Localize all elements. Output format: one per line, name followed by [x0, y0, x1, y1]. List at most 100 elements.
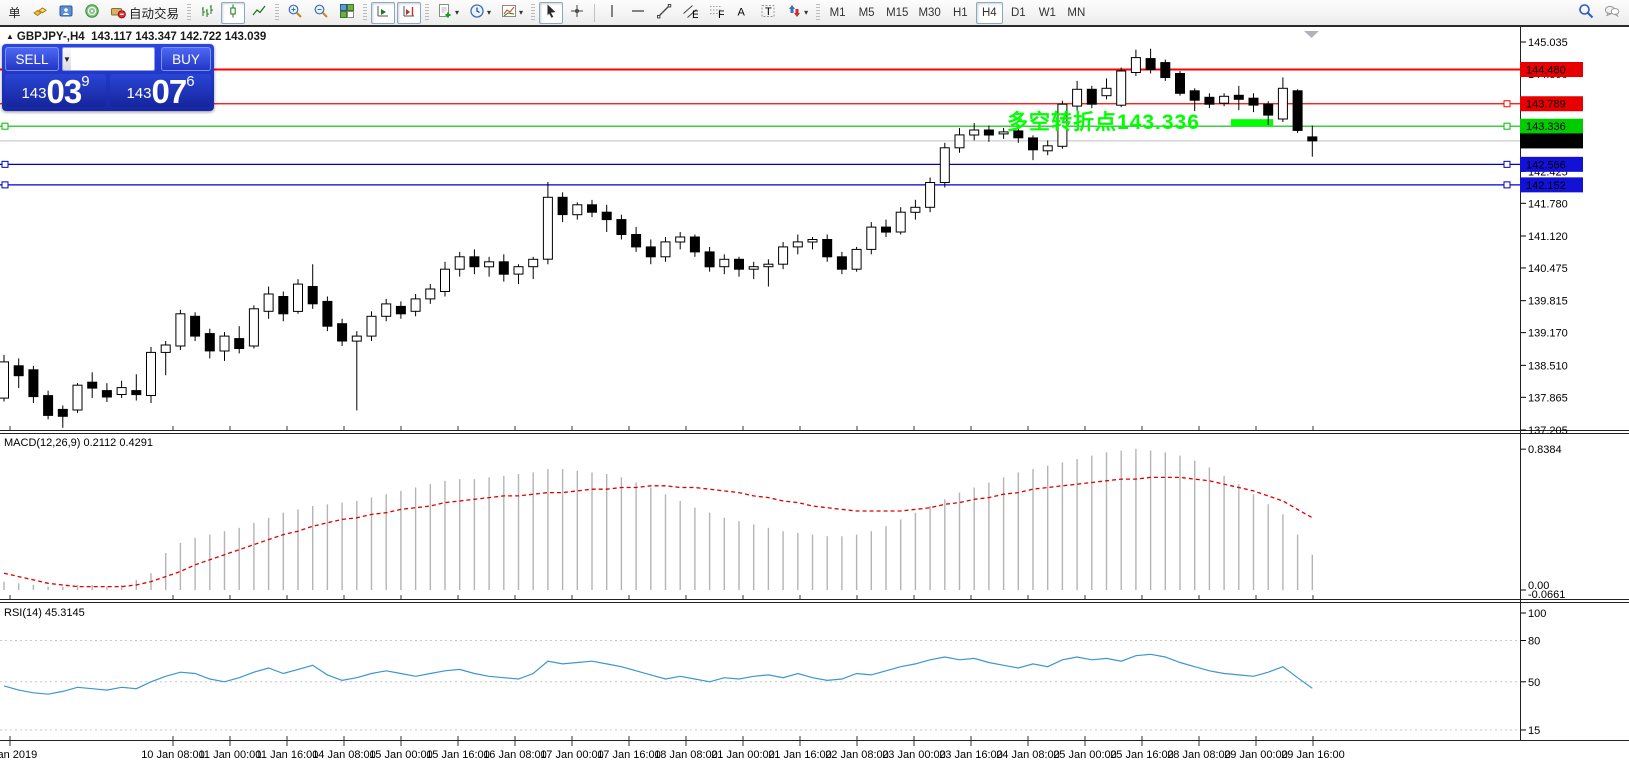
vertical-line-button[interactable]	[600, 2, 624, 24]
zoom-in-button[interactable]	[283, 2, 307, 24]
trendline-button[interactable]	[652, 2, 676, 24]
svg-text:137.205: 137.205	[1528, 425, 1568, 437]
timeframe-w1[interactable]: W1	[1034, 2, 1061, 24]
clock-icon	[469, 3, 485, 22]
buy-button[interactable]: BUY	[161, 47, 211, 71]
auto-scroll-icon	[375, 3, 391, 22]
zoom-in-icon	[287, 3, 303, 22]
text-tool-button[interactable]: A	[730, 2, 754, 24]
equidistant-channel-button[interactable]: E	[678, 2, 702, 24]
main-toolbar: 单 自动交易 ▾ ▾ ▾ E F A T ▾ M1M	[0, 0, 1629, 27]
zoom-out-button[interactable]	[309, 2, 333, 24]
fibonacci-button[interactable]: F	[704, 2, 728, 24]
tile-windows-button[interactable]	[335, 2, 359, 24]
svg-text:14 Jan 08:00: 14 Jan 08:00	[312, 749, 376, 761]
auto-scroll-button[interactable]	[371, 2, 395, 24]
svg-text:T: T	[765, 6, 772, 18]
sell-price-display[interactable]: 143039	[5, 74, 106, 107]
volume-decrease-button[interactable]: ▼	[63, 48, 71, 70]
timeframe-m15[interactable]: M15	[882, 2, 912, 24]
svg-text:80: 80	[1528, 636, 1540, 648]
arrows-tool-button[interactable]: ▾	[782, 2, 812, 24]
svg-text:11 Jan 00:00: 11 Jan 00:00	[199, 749, 262, 761]
toolbar-grip	[275, 4, 279, 22]
chart-shift-button[interactable]	[397, 2, 421, 24]
chart-annotation-text[interactable]: 多空转折点143.336	[1007, 106, 1200, 136]
svg-text:137.865: 137.865	[1528, 392, 1568, 404]
auto-trading-button[interactable]: 自动交易	[106, 2, 183, 24]
timeframe-d1[interactable]: D1	[1005, 2, 1032, 24]
search-button[interactable]	[1574, 2, 1598, 24]
dropdown-caret: ▾	[455, 8, 459, 17]
market-watch-button[interactable]	[28, 2, 52, 24]
indicators-button[interactable]: ▾	[433, 2, 463, 24]
candlestick-chart-icon	[225, 3, 241, 22]
fibonacci-icon: F	[708, 3, 724, 22]
timeframe-mn[interactable]: MN	[1063, 2, 1090, 24]
horizontal-line-button[interactable]	[626, 2, 650, 24]
text-label-button[interactable]: T	[756, 2, 780, 24]
sell-button[interactable]: SELL	[5, 47, 59, 71]
svg-text:11 Jan 16:00: 11 Jan 16:00	[256, 749, 319, 761]
timeframe-h4[interactable]: H4	[976, 2, 1003, 24]
panel-separators	[0, 27, 1629, 741]
new-order-button[interactable]: 单	[3, 2, 26, 24]
svg-text:25 Jan 16:00: 25 Jan 16:00	[1110, 749, 1174, 761]
rsi-line	[4, 654, 1312, 694]
bar-chart-button[interactable]	[195, 2, 219, 24]
svg-text:E: E	[692, 9, 698, 19]
chart-canvas[interactable]: 145.035144.390143.745143.100142.425141.7…	[0, 27, 1629, 773]
mt4-window: 单 自动交易 ▾ ▾ ▾ E F A T ▾ M1M	[0, 0, 1629, 773]
svg-text:139.170: 139.170	[1528, 328, 1568, 340]
zoom-out-icon	[313, 3, 329, 22]
crosshair-button[interactable]	[565, 2, 589, 24]
cursor-button[interactable]	[539, 2, 563, 24]
green-highlight-segment	[1231, 119, 1273, 126]
buy-price-display[interactable]: 143076	[110, 74, 211, 107]
symbol-ohlc-values: 143.117 143.347 142.722 143.039	[91, 31, 266, 43]
dropdown-caret: ▾	[804, 8, 808, 17]
svg-text:143.336: 143.336	[1526, 121, 1566, 133]
line-chart-icon	[251, 3, 267, 22]
templates-button[interactable]: ▾	[497, 2, 527, 24]
chat-button[interactable]	[1600, 2, 1624, 24]
svg-text:24 Jan 08:00: 24 Jan 08:00	[996, 749, 1060, 761]
sell-button-label: SELL	[15, 52, 48, 67]
timeframe-m1[interactable]: M1	[824, 2, 851, 24]
svg-text:141.780: 141.780	[1528, 198, 1568, 210]
timeframe-h1[interactable]: H1	[947, 2, 974, 24]
signal-icon	[84, 3, 100, 22]
timeframe-m30[interactable]: M30	[914, 2, 944, 24]
signals-button[interactable]	[80, 2, 104, 24]
svg-text:138.510: 138.510	[1528, 360, 1568, 372]
svg-text:RSI(14) 45.3145: RSI(14) 45.3145	[4, 607, 85, 619]
svg-text:143.039: 143.039	[1526, 136, 1566, 148]
svg-text:15 Jan 00:00: 15 Jan 00:00	[369, 749, 433, 761]
chart-shift-icon	[401, 3, 417, 22]
symbol-header[interactable]: ▲GBPJPY-,H4 143.117 143.347 142.722 143.…	[6, 31, 266, 43]
toolbar-separator	[594, 4, 595, 22]
svg-text:21 Jan 00:00: 21 Jan 00:00	[711, 749, 775, 761]
timeframe-group: M1M5M15M30H1H4D1W1MN	[823, 2, 1091, 24]
svg-text:22 Jan 08:00: 22 Jan 08:00	[825, 749, 889, 761]
buy-price-big: 07	[151, 76, 186, 107]
svg-text:28 Jan 08:00: 28 Jan 08:00	[1167, 749, 1231, 761]
svg-text:100: 100	[1528, 608, 1546, 620]
svg-text:142.566: 142.566	[1526, 159, 1566, 171]
svg-text:25 Jan 00:00: 25 Jan 00:00	[1053, 749, 1117, 761]
svg-text:23 Jan 16:00: 23 Jan 16:00	[939, 749, 1003, 761]
svg-text:A: A	[738, 7, 746, 19]
community-button[interactable]	[54, 2, 78, 24]
line-chart-button[interactable]	[247, 2, 271, 24]
candlestick-chart-button[interactable]	[221, 2, 245, 24]
cursor-icon	[543, 3, 559, 22]
timeframe-m5[interactable]: M5	[853, 2, 880, 24]
one-click-trading-panel: SELL ▼ ▲ BUY 143039 143076	[2, 44, 214, 111]
arrows-tool-icon	[786, 3, 802, 22]
horizontal-level-lines	[0, 70, 1520, 185]
toolbar-grip	[187, 4, 191, 22]
sell-price-pip: 9	[81, 75, 89, 88]
volume-input[interactable]	[71, 48, 155, 70]
periods-button[interactable]: ▾	[465, 2, 495, 24]
horizontal-line-icon	[630, 3, 646, 22]
